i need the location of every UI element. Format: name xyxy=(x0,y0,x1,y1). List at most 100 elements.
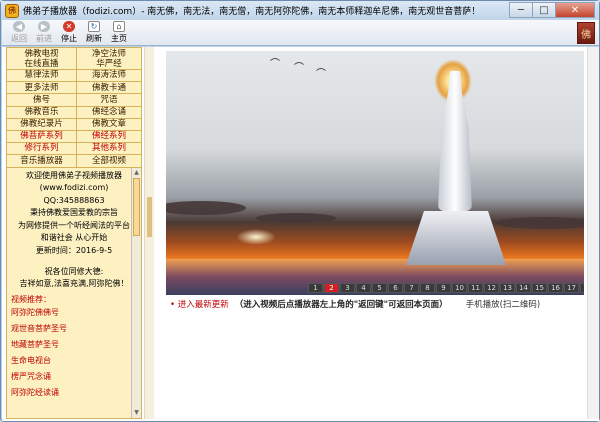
stop-label: 停止 xyxy=(61,34,77,43)
menu-item[interactable]: 净空法师 华严经 xyxy=(77,48,141,70)
scroll-thumb[interactable] xyxy=(133,178,140,236)
menu-item[interactable]: 佛教电视 在线直播 xyxy=(7,48,77,70)
toolbar: ◀ 返回 ▶ 前进 ✕ 停止 ↻ 刷新 ⌂ 主页 佛 xyxy=(2,20,599,46)
maximize-button[interactable]: □ xyxy=(532,2,556,18)
back-label: 返回 xyxy=(11,34,27,43)
forward-label: 前进 xyxy=(36,34,52,43)
category-menu: 佛教电视 在线直播 净空法师 华严经 慧律法师 海涛法师 更多法师 佛教卡通 佛号 咒语 佛教音乐佛… xyxy=(7,48,141,168)
cloud-shape xyxy=(166,201,246,215)
window-title: 佛弟子播放器（fodizi.com）- 南无佛，南无法，南无僧，南无阿弥陀佛，南… xyxy=(23,7,481,17)
update-time-text: 更新时间：2016-9-5 xyxy=(35,246,113,256)
recommend-title: 视频推荐： xyxy=(11,294,51,304)
pager-button[interactable]: 9 xyxy=(436,283,451,293)
left-scrollbar[interactable]: ▲ ▼ xyxy=(131,168,141,418)
left-panel: 佛教电视 在线直播 净空法师 华严经 慧律法师 海涛法师 更多法师 佛教卡通 佛号 咒语 佛教音乐佛… xyxy=(6,47,142,419)
welcome-line: 为网修提供一个听经闻法的平台 xyxy=(18,220,130,230)
back-arrow-icon: ◀ xyxy=(13,21,25,32)
recommend-item[interactable]: 阿弥陀佛佛号 xyxy=(7,305,141,321)
sun-glow xyxy=(236,229,276,245)
featured-banner-image[interactable]: ⌒ ⌒ ⌒ 123456789101112131415161718 xyxy=(166,51,584,295)
refresh-button[interactable]: ↻ 刷新 xyxy=(83,20,105,44)
brand-logo-icon: 佛 xyxy=(577,22,595,44)
recommend-item[interactable]: 生命电视台 xyxy=(7,353,141,369)
pager-button[interactable]: 5 xyxy=(372,283,387,293)
menu-item[interactable]: 佛经念诵 xyxy=(77,107,141,119)
splitter-handle[interactable] xyxy=(147,197,152,237)
menu-item[interactable]: 咒语 xyxy=(77,94,141,107)
pager-button[interactable]: 7 xyxy=(404,283,419,293)
pager-button[interactable]: 10 xyxy=(452,283,467,293)
back-button[interactable]: ◀ 返回 xyxy=(8,20,30,44)
home-label: 主页 xyxy=(111,34,127,43)
bird-icon: ⌒ xyxy=(316,69,326,80)
menu-item[interactable]: 海涛法师 xyxy=(77,70,141,83)
recommend-item[interactable]: 楞严咒念诵 xyxy=(7,369,141,385)
content-area: 佛教电视 在线直播 净空法师 华严经 慧律法师 海涛法师 更多法师 佛教卡通 佛号 咒语 佛教音乐佛… xyxy=(2,47,599,421)
pager-button[interactable]: 18 xyxy=(580,283,584,293)
bird-icon: ⌒ xyxy=(294,63,304,74)
statue-pedestal xyxy=(406,211,506,265)
pager-button[interactable]: 8 xyxy=(420,283,435,293)
menu-item[interactable]: 佛经系列 xyxy=(77,131,141,144)
tip-row: • 进入最新更新 （进入视频后点播放器左上角的"返回键"可返回本页面） 手机播放… xyxy=(170,297,590,311)
blessing-line: 祝各位同修大德: xyxy=(44,266,104,276)
latest-update-link[interactable]: • 进入最新更新 xyxy=(170,298,229,310)
menu-item[interactable]: 音乐播放器 xyxy=(7,155,77,168)
cloud-shape xyxy=(496,217,584,229)
banner-pager: 123456789101112131415161718 xyxy=(308,283,584,293)
pager-button[interactable]: 6 xyxy=(388,283,403,293)
pager-button[interactable]: 13 xyxy=(500,283,515,293)
scroll-down-icon[interactable]: ▼ xyxy=(133,409,140,417)
recommend-item[interactable]: 地藏菩萨圣号 xyxy=(7,337,141,353)
pager-button[interactable]: 4 xyxy=(356,283,371,293)
menu-item[interactable]: 全部视频 xyxy=(77,155,141,168)
menu-item[interactable]: 佛教音乐 xyxy=(7,106,77,119)
menu-item[interactable]: 修行系列 xyxy=(7,143,77,156)
pager-button[interactable]: 1 xyxy=(308,283,323,293)
welcome-line: 秉持佛教爱国爱教的宗旨 xyxy=(30,208,118,218)
menu-item[interactable]: 佛教卡通 xyxy=(77,82,141,95)
blessing-line: 吉祥如意,法喜充满,阿弥陀佛！ xyxy=(19,279,129,289)
pager-button[interactable]: 14 xyxy=(516,283,531,293)
forward-button[interactable]: ▶ 前进 xyxy=(33,20,55,44)
close-button[interactable]: ✕ xyxy=(555,2,595,18)
mobile-play-link[interactable]: 手机播放(扫二维码) xyxy=(466,298,541,310)
panel-splitter[interactable] xyxy=(144,47,154,419)
stop-button[interactable]: ✕ 停止 xyxy=(58,20,80,44)
recommend-item[interactable]: 观世音菩萨圣号 xyxy=(7,321,141,337)
pager-button[interactable]: 11 xyxy=(468,283,483,293)
welcome-line: 欢迎使用佛弟子视频播放器 xyxy=(26,170,122,180)
menu-item[interactable]: 其他系列 xyxy=(77,143,141,156)
app-logo-icon: 佛 xyxy=(5,3,19,18)
main-scrollbar[interactable] xyxy=(587,47,599,419)
menu-item[interactable]: 佛号 xyxy=(7,94,77,107)
welcome-text: 欢迎使用佛弟子视频播放器 (www.fodizi.com) QQ:3458888… xyxy=(7,168,141,291)
refresh-icon: ↻ xyxy=(88,21,100,32)
pager-button[interactable]: 2 xyxy=(324,283,339,293)
title-bar: 佛 佛弟子播放器（fodizi.com）- 南无佛，南无法，南无僧，南无阿弥陀佛… xyxy=(1,1,599,20)
pager-button[interactable]: 15 xyxy=(532,283,547,293)
forward-arrow-icon: ▶ xyxy=(38,21,50,32)
app-window: 佛 佛弟子播放器（fodizi.com）- 南无佛，南无法，南无僧，南无阿弥陀佛… xyxy=(0,0,600,422)
pager-button[interactable]: 3 xyxy=(340,283,355,293)
refresh-label: 刷新 xyxy=(86,34,102,43)
pager-button[interactable]: 12 xyxy=(484,283,499,293)
return-hint-text: （进入视频后点播放器左上角的"返回键"可返回本页面） xyxy=(234,300,448,310)
menu-item[interactable]: 佛菩萨系列 xyxy=(7,130,77,144)
website-text: (www.fodizi.com) xyxy=(39,183,109,193)
minimize-button[interactable]: ─ xyxy=(509,2,533,18)
scroll-up-icon[interactable]: ▲ xyxy=(133,169,140,177)
home-icon: ⌂ xyxy=(113,21,125,32)
window-controls: ─ □ ✕ xyxy=(509,2,595,18)
recommend-item[interactable]: 阿弥陀经读诵 xyxy=(7,385,141,401)
home-button[interactable]: ⌂ 主页 xyxy=(108,20,130,44)
pager-button[interactable]: 17 xyxy=(564,283,579,293)
recommend-list: 阿弥陀佛佛号 观世音菩萨圣号 地藏菩萨圣号 生命电视台 楞严咒念诵 阿弥陀经读诵 xyxy=(7,305,141,401)
menu-item[interactable]: 更多法师 xyxy=(7,82,77,95)
qq-text: QQ:345888863 xyxy=(43,195,105,205)
menu-item[interactable]: 佛教纪录片 xyxy=(7,118,77,131)
pager-button[interactable]: 16 xyxy=(548,283,563,293)
menu-item[interactable]: 佛教文章 xyxy=(77,119,141,131)
menu-item[interactable]: 慧律法师 xyxy=(7,70,77,83)
bird-icon: ⌒ xyxy=(270,59,280,70)
